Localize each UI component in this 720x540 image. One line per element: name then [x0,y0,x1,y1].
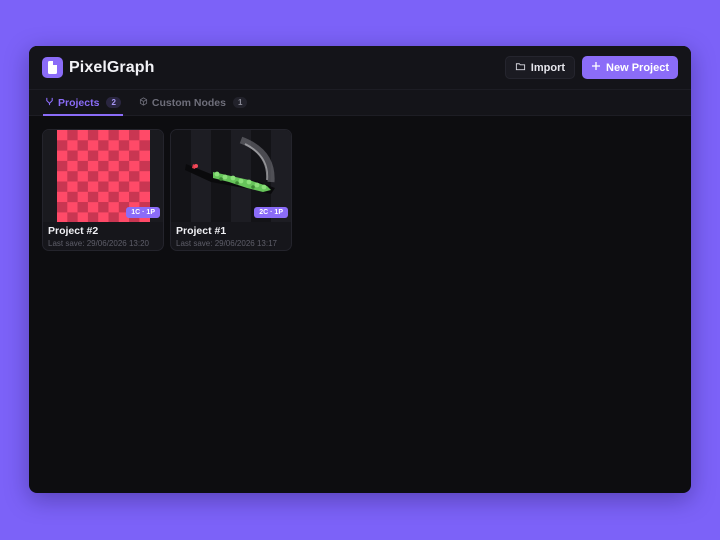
app-window: PixelGraph Import New Project Projects 2 [29,46,691,493]
project-card[interactable]: 2C · 1P Project #1 Last save: 29/06/2026… [170,129,292,251]
plus-icon [591,61,601,74]
project-badge: 2C · 1P [254,207,288,218]
app-header: PixelGraph Import New Project [29,46,691,90]
app-title: PixelGraph [69,58,155,76]
app-logo-icon [42,57,63,78]
tab-custom-nodes-label: Custom Nodes [151,96,226,109]
new-project-button[interactable]: New Project [582,56,678,79]
tab-projects[interactable]: Projects 2 [43,90,123,116]
project-thumbnail: 1C · 1P [43,130,163,223]
cube-icon [139,96,148,109]
folder-icon [515,61,526,75]
project-thumbnail: 2C · 1P [171,130,291,222]
project-card[interactable]: 1C · 1P Project #2 Last save: 29/06/2026… [42,129,164,251]
import-button[interactable]: Import [504,56,576,79]
import-button-label: Import [530,61,566,74]
project-last-save: Last save: 29/06/2026 13:20 [48,239,149,248]
project-title: Project #1 [176,225,227,237]
tab-custom-nodes[interactable]: Custom Nodes 1 [137,90,250,115]
tab-bar: Projects 2 Custom Nodes 1 [29,90,691,116]
project-title: Project #2 [48,225,99,237]
tab-projects-label: Projects [58,96,100,109]
project-grid: 1C · 1P Project #2 Last save: 29/06/2026… [29,116,691,264]
graph-branch-icon [45,97,54,109]
new-project-button-label: New Project [606,61,669,74]
project-badge: 1C · 1P [126,207,160,218]
tab-projects-count: 2 [106,97,121,108]
tab-custom-nodes-count: 1 [232,97,248,108]
project-last-save: Last save: 29/06/2026 13:17 [176,239,277,248]
